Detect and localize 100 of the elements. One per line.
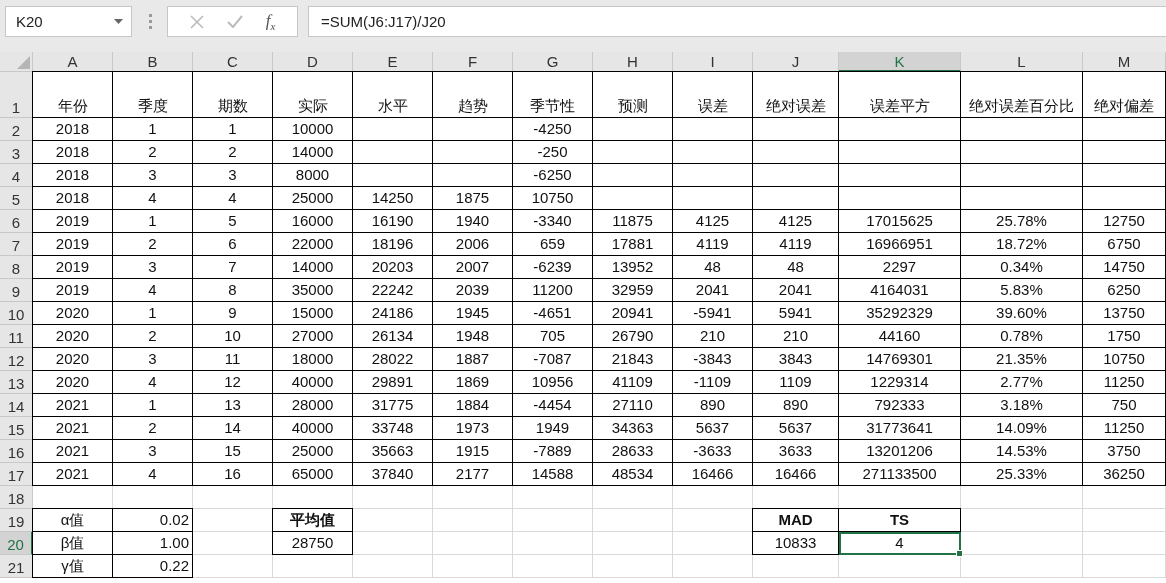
table-cell[interactable]: 3 [113,164,193,187]
table-cell[interactable]: 绝对误差百分比 [961,72,1083,118]
table-cell[interactable]: 2020 [33,371,113,394]
table-cell[interactable]: 34363 [593,417,673,440]
table-cell[interactable]: 2297 [839,256,961,279]
table-cell[interactable]: 10750 [513,187,593,210]
table-cell[interactable]: -7087 [513,348,593,371]
table-cell[interactable]: 6 [193,233,273,256]
select-all-icon[interactable] [17,56,30,69]
column-header[interactable]: J [753,52,839,72]
table-cell[interactable]: 1940 [433,210,513,233]
empty-cell[interactable] [593,164,673,187]
table-cell[interactable]: 1915 [433,440,513,463]
row-header[interactable]: 17 [0,463,33,486]
empty-cell[interactable] [1083,118,1166,141]
row-header[interactable]: 3 [0,141,33,164]
table-cell[interactable]: 11 [193,348,273,371]
row-header[interactable]: 9 [0,279,33,302]
table-cell[interactable]: 1949 [513,417,593,440]
table-cell[interactable]: -6239 [513,256,593,279]
table-cell[interactable]: 48 [673,256,753,279]
table-cell[interactable]: 2006 [433,233,513,256]
row-header[interactable]: 1 [0,72,33,118]
row-header[interactable]: 6 [0,210,33,233]
table-cell[interactable]: 误差平方 [839,72,961,118]
table-cell[interactable]: -3843 [673,348,753,371]
insert-function-button[interactable]: f$_{x}$ [265,10,276,33]
table-cell[interactable]: 1750 [1083,325,1166,348]
table-cell[interactable]: 1869 [433,371,513,394]
table-cell[interactable]: 39.60% [961,302,1083,325]
table-cell[interactable]: 5637 [673,417,753,440]
column-header[interactable]: B [113,52,193,72]
column-header[interactable]: M [1083,52,1166,72]
table-cell[interactable]: 14.53% [961,440,1083,463]
cancel-icon[interactable] [189,14,204,29]
table-cell[interactable]: 41109 [593,371,673,394]
table-cell[interactable]: 3.18% [961,394,1083,417]
table-cell[interactable]: 10000 [273,118,353,141]
table-cell[interactable]: -7889 [513,440,593,463]
table-cell[interactable]: 4119 [753,233,839,256]
table-cell[interactable]: 预测 [593,72,673,118]
table-cell[interactable]: γ值 [33,555,113,578]
empty-cell[interactable] [593,141,673,164]
table-cell[interactable]: 271133500 [839,463,961,486]
table-cell[interactable]: 8 [193,279,273,302]
row-header[interactable]: 18 [0,486,33,509]
table-cell[interactable]: 1 [113,302,193,325]
table-cell[interactable]: 16966951 [839,233,961,256]
table-cell[interactable]: 期数 [193,72,273,118]
table-cell[interactable]: 36250 [1083,463,1166,486]
row-header[interactable]: 8 [0,256,33,279]
row-header[interactable]: 2 [0,118,33,141]
table-cell[interactable]: 16 [193,463,273,486]
table-cell[interactable]: 28633 [593,440,673,463]
table-cell[interactable]: 10833 [753,532,839,555]
table-cell[interactable]: 4 [839,532,961,555]
empty-cell[interactable] [839,141,961,164]
table-cell[interactable]: 65000 [273,463,353,486]
table-cell[interactable]: 5.83% [961,279,1083,302]
empty-cell[interactable] [753,141,839,164]
empty-cell[interactable] [753,118,839,141]
table-cell[interactable]: 16466 [673,463,753,486]
table-cell[interactable]: 2021 [33,394,113,417]
table-cell[interactable]: 1 [113,394,193,417]
table-cell[interactable]: 210 [673,325,753,348]
table-cell[interactable]: 8000 [273,164,353,187]
row-header[interactable]: 20 [0,532,33,555]
table-cell[interactable]: 28022 [353,348,433,371]
table-cell[interactable]: 2018 [33,187,113,210]
table-cell[interactable]: 15 [193,440,273,463]
empty-cell[interactable] [673,118,753,141]
table-cell[interactable]: 750 [1083,394,1166,417]
table-cell[interactable]: 2 [113,233,193,256]
table-cell[interactable]: 14588 [513,463,593,486]
table-cell[interactable]: 37840 [353,463,433,486]
row-header[interactable]: 16 [0,440,33,463]
table-cell[interactable]: 绝对偏差 [1083,72,1166,118]
empty-cell[interactable] [839,187,961,210]
empty-cell[interactable] [961,164,1083,187]
table-cell[interactable]: 21843 [593,348,673,371]
table-cell[interactable]: 4119 [673,233,753,256]
table-cell[interactable]: 1229314 [839,371,961,394]
caret-icon[interactable] [114,19,123,24]
empty-cell[interactable] [961,187,1083,210]
table-cell[interactable]: 绝对误差 [753,72,839,118]
table-cell[interactable]: -3633 [673,440,753,463]
table-cell[interactable]: 6750 [1083,233,1166,256]
row-header[interactable]: 10 [0,302,33,325]
table-cell[interactable]: 季节性 [513,72,593,118]
table-cell[interactable]: 1 [113,118,193,141]
table-cell[interactable]: 2 [113,417,193,440]
table-cell[interactable]: 2018 [33,118,113,141]
table-cell[interactable]: 28750 [273,532,353,555]
table-cell[interactable]: 16466 [753,463,839,486]
empty-cell[interactable] [593,118,673,141]
enter-icon[interactable] [226,15,243,28]
empty-cell[interactable] [961,118,1083,141]
table-cell[interactable]: 659 [513,233,593,256]
row-header[interactable]: 4 [0,164,33,187]
table-cell[interactable]: 14000 [273,141,353,164]
